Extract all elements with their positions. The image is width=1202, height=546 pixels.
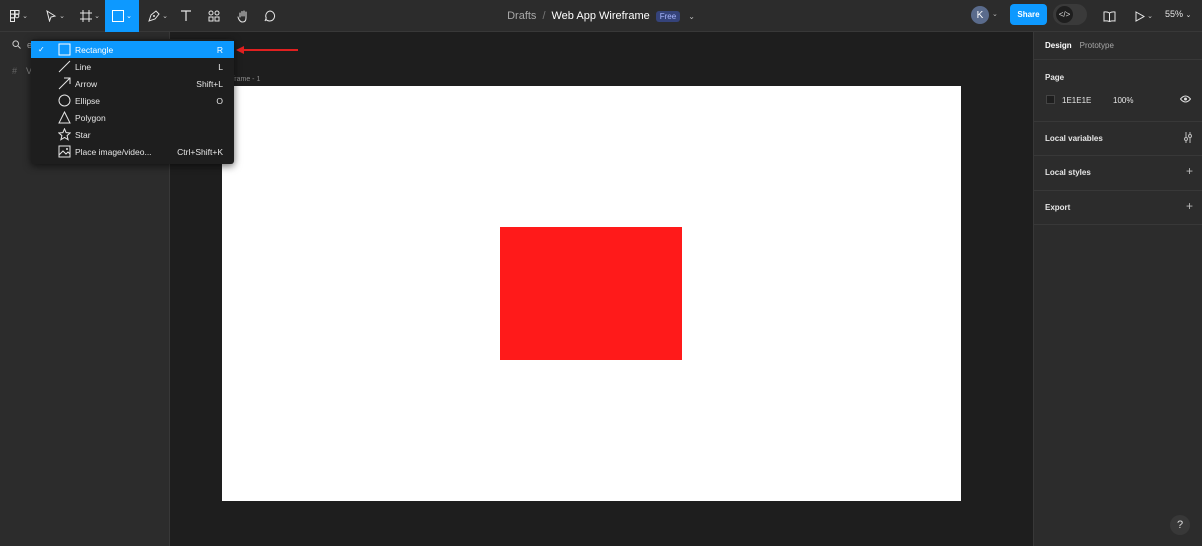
breadcrumb-separator: / [542, 10, 546, 22]
menu-item-arrow[interactable]: Arrow Shift+L [31, 75, 234, 92]
menu-item-label: Line [75, 61, 92, 72]
move-tool-button[interactable]: ⌄ [40, 0, 70, 32]
menu-item-label: Star [75, 129, 91, 140]
annotation-arrow-icon [236, 46, 298, 54]
comment-tool-button[interactable] [261, 0, 279, 32]
rectangle-icon [112, 10, 125, 22]
red-rectangle[interactable] [500, 227, 682, 360]
menu-item-shortcut: L [218, 61, 223, 72]
page-color-swatch[interactable] [1046, 95, 1055, 104]
share-button[interactable]: Share [1010, 4, 1047, 25]
hash-frame-icon [80, 10, 93, 22]
local-styles-title: Local styles [1045, 168, 1091, 177]
chevron-down-icon[interactable]: ⌄ [688, 12, 695, 21]
add-icon[interactable]: + [1186, 199, 1193, 213]
local-variables-title: Local variables [1045, 134, 1103, 143]
menu-item-label: Polygon [75, 112, 106, 123]
menu-item-label: Place image/video... [75, 146, 152, 157]
menu-item-shortcut: Shift+L [196, 78, 223, 89]
search-icon[interactable] [12, 40, 21, 49]
plan-badge: Free [655, 10, 681, 22]
export-title: Export [1045, 203, 1071, 212]
breadcrumb-drafts[interactable]: Drafts [507, 10, 536, 22]
local-variables-section[interactable]: Local variables [1034, 121, 1202, 155]
chevron-down-icon: ⌄ [94, 13, 100, 20]
menu-item-label: Ellipse [75, 95, 101, 106]
export-section[interactable]: Export + [1034, 190, 1202, 225]
local-styles-section[interactable]: Local styles + [1034, 155, 1202, 190]
menu-item-star[interactable]: Star [31, 126, 234, 143]
zoom-value: 55% [1165, 9, 1184, 19]
help-button[interactable]: ? [1170, 515, 1190, 535]
figma-logo-icon [10, 10, 20, 22]
avatar[interactable]: K [971, 6, 989, 24]
menu-item-shortcut: R [216, 44, 223, 55]
page-section: Page [1034, 59, 1202, 121]
menu-item-shortcut: Ctrl+Shift+K [177, 146, 223, 157]
menu-item-rectangle[interactable]: ✓ Rectangle R [31, 41, 234, 58]
ellipse-icon [58, 94, 71, 107]
comment-icon [264, 10, 276, 22]
menu-item-polygon[interactable]: Polygon [31, 109, 234, 126]
chevron-down-icon: ⌄ [22, 13, 28, 20]
polygon-icon [58, 111, 71, 124]
menu-item-place-image[interactable]: Place image/video... Ctrl+Shift+K [31, 143, 234, 160]
text-icon [181, 10, 191, 21]
page-opacity[interactable]: 100% [1113, 96, 1133, 105]
menu-item-label: Arrow [75, 78, 98, 89]
book-icon [1103, 10, 1115, 22]
tab-prototype[interactable]: Prototype [1080, 41, 1114, 50]
dev-mode-toggle[interactable]: </> [1053, 4, 1087, 25]
hand-tool-button[interactable] [233, 0, 253, 32]
zoom-level[interactable]: 55% ⌄ [1165, 9, 1191, 19]
play-icon [1135, 10, 1146, 22]
chevron-down-icon: ⌄ [59, 13, 65, 20]
code-icon: </> [1056, 6, 1073, 23]
properties-panel: Design Prototype Page Local variables Lo… [1033, 32, 1202, 546]
chevron-down-icon: ⌄ [1185, 12, 1192, 19]
star-icon [58, 128, 71, 141]
tab-design[interactable]: Design [1045, 41, 1072, 50]
cursor-icon [46, 10, 57, 22]
menu-item-label: Rectangle [75, 44, 114, 55]
frame-label[interactable]: rframe - 1 [230, 76, 260, 83]
resources-button[interactable] [205, 0, 223, 32]
text-tool-button[interactable] [177, 0, 195, 32]
chevron-down-icon: ⌄ [1147, 13, 1153, 20]
menu-item-line[interactable]: Line L [31, 58, 234, 75]
page-section-title: Page [1045, 73, 1065, 82]
file-title[interactable]: Web App Wireframe [552, 10, 650, 22]
menu-item-ellipse[interactable]: Ellipse O [31, 92, 234, 109]
shape-tool-menu: ✓ Rectangle R Line L Arrow Shift+L Ellip… [31, 39, 234, 164]
eye-icon[interactable] [1180, 95, 1191, 103]
components-icon [208, 10, 220, 22]
pen-tool-button[interactable]: ⌄ [143, 0, 173, 32]
rectangle-icon [58, 43, 71, 56]
arrow-icon [58, 77, 71, 90]
chevron-down-icon[interactable]: ⌄ [992, 10, 998, 18]
toolbar: ⌄ ⌄ ⌄ ⌄ ⌄ Drafts / Web App Wireframe Fre… [0, 0, 1202, 32]
chevron-down-icon: ⌄ [126, 13, 132, 20]
present-button[interactable]: ⌄ [1130, 0, 1158, 32]
main-menu-button[interactable]: ⌄ [6, 0, 32, 32]
panel-tabs: Design Prototype [1045, 41, 1114, 50]
add-icon[interactable]: + [1186, 164, 1193, 178]
checkmark-icon: ✓ [38, 45, 45, 54]
shape-tool-button[interactable]: ⌄ [105, 0, 139, 32]
line-icon [58, 60, 71, 73]
hand-icon [237, 10, 246, 23]
library-button[interactable] [1099, 0, 1119, 32]
menu-item-shortcut: O [216, 95, 223, 106]
page-color-hex[interactable]: 1E1E1E [1062, 96, 1091, 105]
frame-layer-icon: # [12, 66, 18, 76]
image-icon [58, 145, 71, 158]
adjust-icon[interactable] [1183, 132, 1193, 143]
chevron-down-icon: ⌄ [162, 13, 168, 20]
pen-icon [148, 10, 160, 22]
frame-tool-button[interactable]: ⌄ [76, 0, 104, 32]
